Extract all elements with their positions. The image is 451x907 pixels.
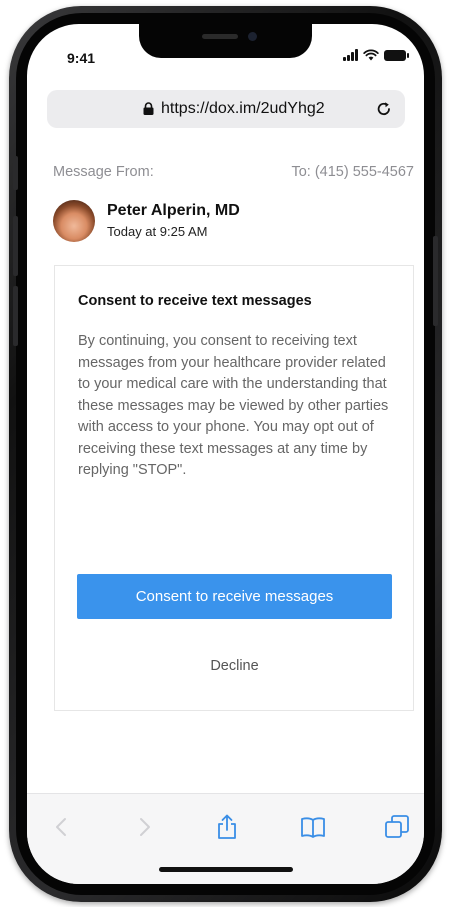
avatar xyxy=(53,200,95,242)
home-indicator[interactable] xyxy=(159,867,293,872)
notch xyxy=(139,24,312,58)
volume-up-button xyxy=(13,216,18,276)
consent-button[interactable]: Consent to receive messages xyxy=(77,574,392,619)
message-from-label: Message From: xyxy=(53,164,154,180)
power-button xyxy=(433,236,438,326)
battery-icon xyxy=(384,49,409,61)
bookmarks-icon[interactable] xyxy=(300,814,326,840)
address-bar[interactable]: https://dox.im/2udYhg2 xyxy=(47,90,405,128)
volume-down-button xyxy=(13,286,18,346)
status-icons xyxy=(343,49,409,61)
message-to-label: To: (415) 555-4567 xyxy=(291,164,414,180)
forward-icon[interactable] xyxy=(131,814,157,840)
mute-switch xyxy=(13,156,18,190)
tabs-icon[interactable] xyxy=(384,814,410,840)
front-camera xyxy=(248,32,257,41)
lock-icon xyxy=(143,102,154,115)
phone-screen: 9:41 https://dox.im/2udYhg2 Message From… xyxy=(27,24,424,884)
share-icon[interactable] xyxy=(214,814,240,840)
url-text[interactable]: https://dox.im/2udYhg2 xyxy=(161,100,325,118)
sent-time: Today at 9:25 AM xyxy=(107,224,208,239)
consent-body: By continuing, you consent to receiving … xyxy=(78,333,389,478)
consent-card: Consent to receive text messages By cont… xyxy=(54,265,414,711)
status-time: 9:41 xyxy=(67,50,96,66)
back-icon[interactable] xyxy=(49,814,75,840)
sender-name: Peter Alperin, MD xyxy=(107,202,240,219)
consent-title: Consent to receive text messages xyxy=(78,293,312,309)
signal-icon xyxy=(343,49,358,61)
reload-icon[interactable] xyxy=(375,100,393,118)
decline-button[interactable]: Decline xyxy=(77,651,392,681)
speaker-grille xyxy=(202,34,238,39)
wifi-icon xyxy=(363,49,379,61)
